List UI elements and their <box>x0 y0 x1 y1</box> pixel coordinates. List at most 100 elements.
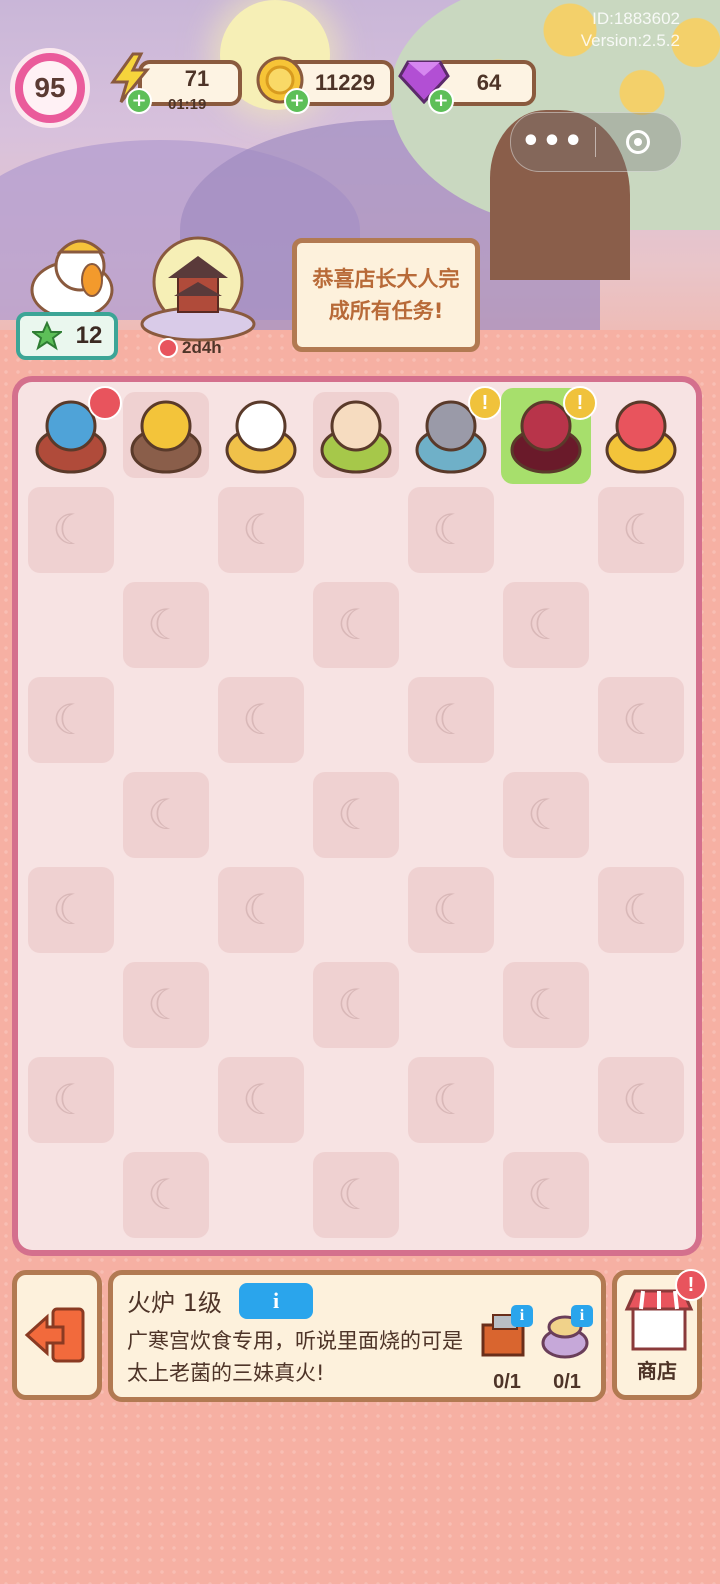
alert-badge-icon: ! <box>468 386 502 420</box>
exit-icon <box>24 1307 85 1363</box>
add-energy-icon[interactable]: + <box>126 88 152 114</box>
furnace-item[interactable]: ! <box>499 386 597 486</box>
timer-badge-icon <box>88 386 122 420</box>
board-cell[interactable]: ☾ <box>313 962 399 1048</box>
moon-lock-icon: ☾ <box>622 1075 660 1124</box>
board-cell[interactable]: ☾ <box>503 582 589 668</box>
board-cell[interactable] <box>598 962 684 1048</box>
add-gem-icon[interactable]: + <box>428 88 454 114</box>
board-cell[interactable]: ☾ <box>123 1152 209 1238</box>
exit-button[interactable] <box>12 1270 102 1400</box>
board-cell[interactable] <box>313 867 399 953</box>
player-level-badge[interactable]: 95 <box>10 48 90 128</box>
info-button[interactable]: i <box>239 1283 313 1319</box>
board-cell[interactable] <box>503 867 589 953</box>
board-cell[interactable]: ☾ <box>28 1057 114 1143</box>
board-cell[interactable]: ☾ <box>218 677 304 763</box>
moon-palace-event-icon[interactable] <box>138 234 258 354</box>
star-counter[interactable]: 12 <box>16 312 118 360</box>
board-cell[interactable] <box>503 677 589 763</box>
moon-lock-icon: ☾ <box>147 1170 185 1219</box>
gem-value: 64 <box>476 70 502 95</box>
shop-alert-icon: ! <box>675 1269 707 1301</box>
board-cell[interactable] <box>218 582 304 668</box>
board-cell[interactable] <box>218 962 304 1048</box>
board-cell[interactable]: ☾ <box>503 962 589 1048</box>
board-cell[interactable] <box>598 772 684 858</box>
bunny-mortar-item[interactable]: ! <box>404 386 502 486</box>
board-cell[interactable]: ☾ <box>313 582 399 668</box>
board-cell[interactable]: ☾ <box>408 677 494 763</box>
board-cell[interactable] <box>123 487 209 573</box>
gift-box-item[interactable] <box>594 386 688 486</box>
board-cell[interactable]: ☾ <box>313 772 399 858</box>
board-cell[interactable] <box>503 487 589 573</box>
moon-lock-icon: ☾ <box>242 695 280 744</box>
board-cell[interactable]: ☾ <box>218 867 304 953</box>
board-cell[interactable]: ☾ <box>408 1057 494 1143</box>
moon-lock-icon: ☾ <box>432 505 470 554</box>
board-cell[interactable] <box>28 962 114 1048</box>
board-cell[interactable] <box>503 1057 589 1143</box>
board-cell[interactable] <box>28 1152 114 1238</box>
board-cell[interactable]: ☾ <box>123 772 209 858</box>
board-cell[interactable] <box>28 772 114 858</box>
board-cell[interactable]: ☾ <box>28 487 114 573</box>
moon-lock-icon: ☾ <box>337 1170 375 1219</box>
board-cell[interactable] <box>123 867 209 953</box>
board-cell[interactable] <box>218 772 304 858</box>
board-cell[interactable]: ☾ <box>123 582 209 668</box>
bunny-stir-basket-item[interactable] <box>214 386 308 486</box>
board-cell[interactable]: ☾ <box>408 867 494 953</box>
merge-board: ☾ ☾ ☾ ☾ ☾ ☾ ☾ ☾ ☾ ☾ ☾ ☾ ☾ ☾ ☾ ☾ ☾ ☾ ☾ ☾ ☾ ☾ ☾ ☾ ☾ ☾ ☾ ☾!! <box>12 376 702 1256</box>
close-target-icon[interactable] <box>596 130 680 154</box>
board-cell[interactable]: ☾ <box>408 487 494 573</box>
board-cell[interactable] <box>598 582 684 668</box>
bunny-stir-basket-item-icon <box>225 400 297 474</box>
board-cell[interactable] <box>598 1152 684 1238</box>
board-cell[interactable]: ☾ <box>218 487 304 573</box>
board-cell[interactable] <box>408 582 494 668</box>
moon-lock-icon: ☾ <box>527 790 565 839</box>
requirement-bricks[interactable]: i 0/1 <box>477 1305 537 1401</box>
star-icon <box>31 321 62 351</box>
board-cell[interactable] <box>408 772 494 858</box>
bunny-stir-bowl-item[interactable] <box>309 386 403 486</box>
board-cell[interactable]: ☾ <box>598 1057 684 1143</box>
board-grid: ☾ ☾ ☾ ☾ ☾ ☾ ☾ ☾ ☾ ☾ ☾ ☾ ☾ ☾ ☾ ☾ ☾ ☾ ☾ ☾ ☾ ☾ ☾ ☾ ☾ ☾ ☾ ☾!! <box>18 382 696 1250</box>
board-cell[interactable]: ☾ <box>598 867 684 953</box>
board-cell[interactable] <box>408 1152 494 1238</box>
requirement-info-icon[interactable]: i <box>511 1305 533 1327</box>
board-cell[interactable]: ☾ <box>218 1057 304 1143</box>
board-cell[interactable] <box>313 677 399 763</box>
moon-lock-icon: ☾ <box>147 980 185 1029</box>
board-cell[interactable] <box>313 1057 399 1143</box>
board-cell[interactable] <box>123 677 209 763</box>
board-cell[interactable] <box>313 487 399 573</box>
board-cell[interactable]: ☾ <box>123 962 209 1048</box>
board-cell[interactable]: ☾ <box>313 1152 399 1238</box>
osmanthus-tree-item-icon <box>130 400 202 474</box>
osmanthus-tree-item[interactable] <box>119 386 213 486</box>
moon-lock-icon: ☾ <box>242 505 280 554</box>
moon-lock-icon: ☾ <box>337 980 375 1029</box>
board-cell[interactable]: ☾ <box>28 867 114 953</box>
board-cell[interactable]: ☾ <box>598 677 684 763</box>
duck-helper-icon[interactable] <box>20 230 120 320</box>
shop-label: 商店 <box>637 1359 677 1383</box>
requirement-sacks[interactable]: i 0/1 <box>537 1305 597 1401</box>
shop-button[interactable]: ! 商店 <box>612 1269 707 1400</box>
moon-lock-icon: ☾ <box>52 695 90 744</box>
board-cell[interactable]: ☾ <box>503 1152 589 1238</box>
add-coin-icon[interactable]: + <box>284 88 310 114</box>
more-dots-icon[interactable]: ••• <box>511 127 595 157</box>
board-cell[interactable] <box>123 1057 209 1143</box>
pavilion-item[interactable] <box>24 386 122 486</box>
board-cell[interactable]: ☾ <box>503 772 589 858</box>
board-cell[interactable]: ☾ <box>28 677 114 763</box>
board-cell[interactable]: ☾ <box>598 487 684 573</box>
board-cell[interactable] <box>28 582 114 668</box>
board-cell[interactable] <box>408 962 494 1048</box>
board-cell[interactable] <box>218 1152 304 1238</box>
requirement-info-icon[interactable]: i <box>571 1305 593 1327</box>
